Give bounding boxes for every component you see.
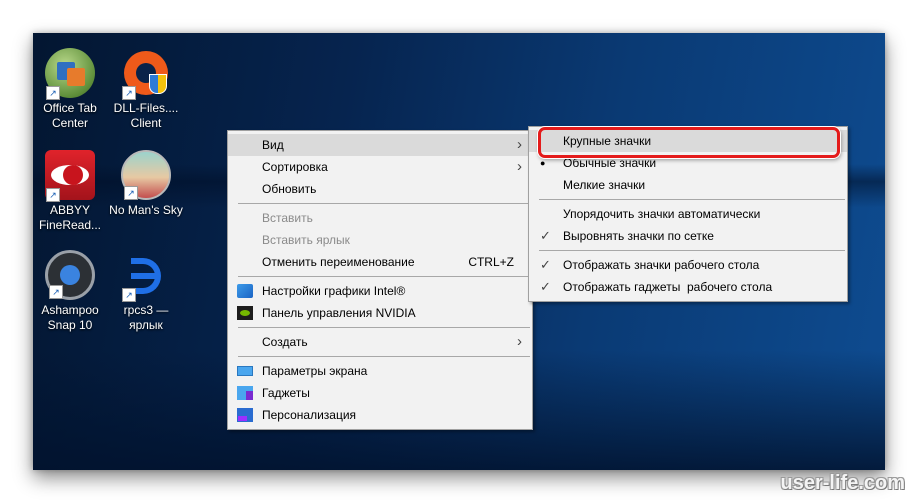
shortcut-arrow-icon: ↗ <box>46 188 60 202</box>
desktop-context-menu: Вид › Сортировка › Обновить Вставить Вст… <box>227 130 533 430</box>
office-tab-icon: ↗ <box>45 48 95 100</box>
chevron-right-icon: › <box>517 158 522 175</box>
menu-item-undo-rename[interactable]: Отменить переименование CTRL+Z <box>228 251 532 273</box>
shortcut-arrow-icon: ↗ <box>46 86 60 100</box>
desktop-icon-dll-files[interactable]: ↗ DLL-Files.... Client <box>107 48 185 131</box>
menu-separator <box>539 250 845 251</box>
desktop-icon-office-tab[interactable]: ↗ Office Tab Center <box>31 48 109 131</box>
desktop-icon-rpcs3[interactable]: ↗ rpcs3 — ярлык <box>107 250 185 333</box>
submenu-item-small-icons[interactable]: Мелкие значки <box>529 174 847 196</box>
submenu-item-align-grid[interactable]: ✓ Выровнять значки по сетке <box>529 225 847 247</box>
personalize-icon <box>237 408 253 422</box>
submenu-item-show-gadgets[interactable]: ✓ Отображать гаджеты рабочего стола <box>529 276 847 298</box>
highlight-annotation <box>538 127 840 158</box>
chevron-right-icon: › <box>517 136 522 153</box>
menu-item-intel-graphics[interactable]: Настройки графики Intel® <box>228 280 532 302</box>
desktop-icon-no-mans-sky[interactable]: ↗ No Man's Sky <box>107 150 185 218</box>
menu-separator <box>539 199 845 200</box>
abbyy-icon: ↗ <box>45 150 95 202</box>
chevron-right-icon: › <box>517 333 522 350</box>
gadgets-icon <box>237 386 253 400</box>
checkmark-icon: ✓ <box>540 228 551 243</box>
menu-separator <box>238 356 530 357</box>
submenu-item-auto-arrange[interactable]: Упорядочить значки автоматически <box>529 203 847 225</box>
menu-separator <box>238 276 530 277</box>
menu-item-refresh[interactable]: Обновить <box>228 178 532 200</box>
nvidia-icon <box>237 306 253 320</box>
watermark: user-life.com <box>780 472 905 494</box>
submenu-item-show-icons[interactable]: ✓ Отображать значки рабочего стола <box>529 254 847 276</box>
shortcut-key: CTRL+Z <box>468 255 514 269</box>
checkmark-icon: ✓ <box>540 279 551 294</box>
menu-item-view[interactable]: Вид › <box>228 134 532 156</box>
menu-item-paste: Вставить <box>262 211 313 225</box>
menu-item-paste-shortcut: Вставить ярлык <box>262 233 350 247</box>
desktop-icon-abbyy[interactable]: ↗ ABBYY FineRead... <box>31 150 109 233</box>
shortcut-arrow-icon: ↗ <box>49 285 63 299</box>
menu-item-nvidia[interactable]: Панель управления NVIDIA <box>228 302 532 324</box>
menu-item-sort[interactable]: Сортировка › <box>228 156 532 178</box>
desktop-icon-ashampoo[interactable]: ↗ Ashampoo Snap 10 <box>31 250 109 333</box>
shortcut-arrow-icon: ↗ <box>124 186 138 200</box>
ashampoo-icon: ↗ <box>45 250 95 300</box>
no-mans-sky-icon: ↗ <box>121 150 171 200</box>
dll-files-icon: ↗ <box>121 48 171 100</box>
checkmark-icon: ✓ <box>540 257 551 272</box>
shortcut-arrow-icon: ↗ <box>122 86 136 100</box>
menu-separator <box>238 327 530 328</box>
menu-item-display-settings[interactable]: Параметры экрана <box>228 360 532 382</box>
menu-item-create[interactable]: Создать › <box>228 331 532 353</box>
rpcs3-icon: ↗ <box>121 250 171 302</box>
menu-item-gadgets[interactable]: Гаджеты <box>228 382 532 404</box>
intel-graphics-icon <box>237 284 253 298</box>
menu-item-personalize[interactable]: Персонализация <box>228 404 532 426</box>
shortcut-arrow-icon: ↗ <box>122 288 136 302</box>
display-icon <box>237 366 253 376</box>
menu-separator <box>238 203 530 204</box>
